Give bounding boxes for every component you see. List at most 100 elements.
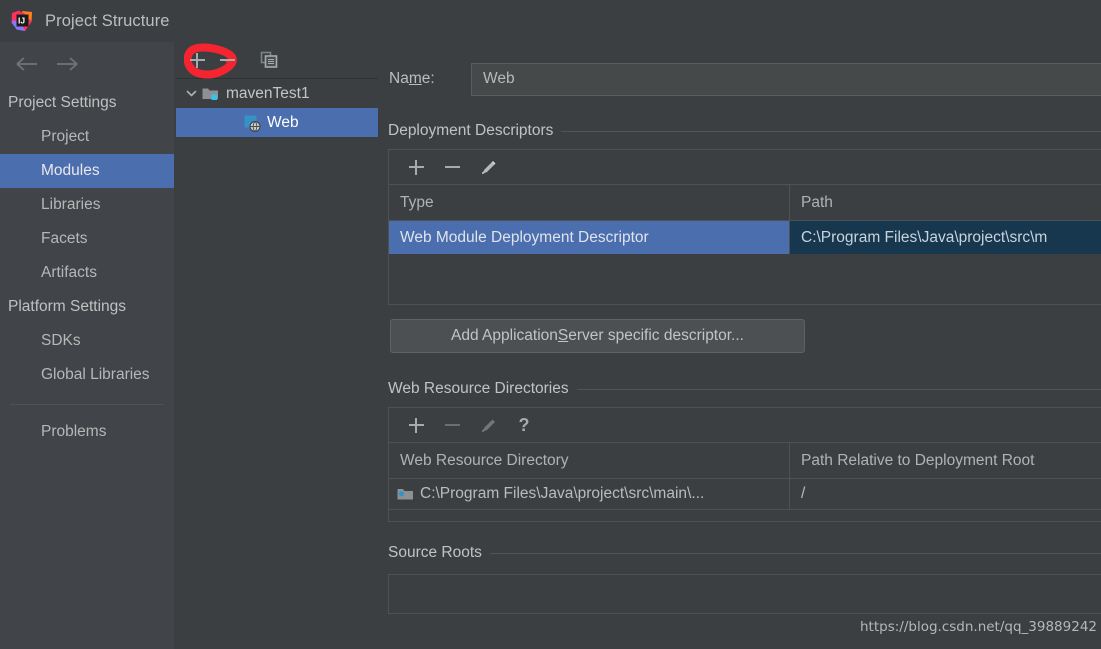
sidebar-group-label: Platform Settings <box>8 298 127 315</box>
column-header-web-resource-directory[interactable]: Web Resource Directory <box>389 443 789 478</box>
column-header-type[interactable]: Type <box>389 185 789 220</box>
name-label-part: Na <box>389 70 409 87</box>
window-title: Project Structure <box>45 11 170 30</box>
tree-node-label: mavenTest1 <box>226 84 310 102</box>
sidebar-item-label: Project <box>41 128 90 145</box>
name-label-part: e: <box>421 70 435 87</box>
plus-icon <box>189 52 205 68</box>
button-label-part: Add Application <box>451 327 558 344</box>
module-name-label: Name: <box>389 70 471 88</box>
deployment-descriptors-section-header: Deployment Descriptors <box>382 122 1101 140</box>
sidebar-item-artifacts[interactable]: Artifacts <box>0 256 174 290</box>
source-roots-section-header: Source Roots <box>382 544 1101 562</box>
minus-icon <box>444 424 460 426</box>
minus-icon <box>219 59 235 61</box>
web-resource-directories-header-row: Web Resource Directory Path Relative to … <box>389 443 1101 479</box>
cell-directory-text: C:\Program Files\Java\project\src\main\.… <box>420 485 705 502</box>
cell-path: C:\Program Files\Java\project\src\m <box>790 221 1101 254</box>
edit-web-resource-button[interactable] <box>470 412 506 438</box>
pencil-icon <box>480 417 496 433</box>
module-folder-icon <box>202 86 219 101</box>
remove-descriptor-button[interactable] <box>434 154 470 180</box>
table-empty-space <box>389 509 1101 521</box>
deployment-descriptors-header-row: Type Path <box>389 185 1101 221</box>
arrow-right-icon[interactable] <box>48 49 88 79</box>
plus-icon <box>408 417 424 433</box>
column-header-path[interactable]: Path <box>790 185 1101 220</box>
button-label-mnemonic: S <box>557 327 569 344</box>
copy-module-button[interactable] <box>254 47 284 73</box>
section-title: Source Roots <box>388 544 482 561</box>
sidebar-nav-row <box>0 42 174 86</box>
sidebar-group-platform-settings: Platform Settings <box>0 290 174 324</box>
arrow-left-icon[interactable] <box>8 49 48 79</box>
section-divider <box>561 130 1101 132</box>
remove-web-resource-button[interactable] <box>434 412 470 438</box>
sidebar-item-label: Facets <box>41 230 88 247</box>
add-application-server-descriptor-button[interactable]: Add Application Server specific descript… <box>390 319 805 353</box>
section-divider <box>489 552 1101 554</box>
sidebar-item-label: Modules <box>41 162 100 179</box>
minus-icon <box>444 166 460 168</box>
table-empty-space <box>389 254 1101 304</box>
sidebar-item-project[interactable]: Project <box>0 120 174 154</box>
sidebar-item-label: Problems <box>41 423 107 440</box>
column-header-relative-path[interactable]: Path Relative to Deployment Root <box>790 443 1101 478</box>
section-divider <box>576 388 1101 390</box>
svg-text:IJ: IJ <box>18 15 25 25</box>
module-name-input[interactable]: Web <box>471 62 1101 96</box>
sidebar-group-project-settings: Project Settings <box>0 86 174 120</box>
edit-descriptor-button[interactable] <box>470 154 506 180</box>
remove-module-button[interactable] <box>212 47 242 73</box>
plus-icon <box>408 159 424 175</box>
tree-node-web[interactable]: Web <box>176 108 378 137</box>
sidebar-item-label: Artifacts <box>41 264 97 281</box>
sidebar-item-global-libraries[interactable]: Global Libraries <box>0 358 174 392</box>
watermark-url: https://blog.csdn.net/qq_39889242 <box>859 619 1097 635</box>
folder-icon <box>397 487 413 501</box>
cell-type: Web Module Deployment Descriptor <box>389 221 789 254</box>
web-resource-directories-section-header: Web Resource Directories <box>382 380 1101 398</box>
sidebar-group-label: Project Settings <box>8 94 117 111</box>
module-name-value: Web <box>483 70 515 87</box>
chevron-down-icon[interactable] <box>180 79 202 108</box>
sidebar-item-label: SDKs <box>41 332 81 349</box>
name-label-mnemonic: m <box>408 70 422 87</box>
sidebar-item-modules[interactable]: Modules <box>0 154 174 188</box>
tree-node-label: Web <box>267 113 299 131</box>
sidebar-item-sdks[interactable]: SDKs <box>0 324 174 358</box>
button-label-part: erver specific descriptor... <box>568 327 744 344</box>
sidebar-item-facets[interactable]: Facets <box>0 222 174 256</box>
source-roots-table <box>388 574 1101 614</box>
web-resource-help-button[interactable]: ? <box>506 412 542 438</box>
section-title: Web Resource Directories <box>388 380 569 397</box>
add-web-resource-button[interactable] <box>398 412 434 438</box>
add-module-button[interactable] <box>182 47 212 73</box>
module-tree-panel: mavenTest1 Web <box>176 42 378 649</box>
table-row[interactable]: C:\Program Files\Java\project\src\main\.… <box>389 479 1101 509</box>
module-name-row: Name: Web <box>382 59 1101 99</box>
deployment-descriptors-toolbar <box>389 150 1101 185</box>
module-tree-toolbar <box>176 42 378 79</box>
deployment-descriptors-table: Type Path Web Module Deployment Descript… <box>388 149 1101 305</box>
sidebar-item-label: Global Libraries <box>41 366 150 383</box>
sidebar-item-problems[interactable]: Problems <box>0 415 174 449</box>
module-settings-content: Name: Web Deployment Descriptors Type Pa… <box>382 42 1101 649</box>
project-structure-window: IJ Project Structure Project Settings Pr… <box>0 0 1101 649</box>
intellij-idea-logo-icon: IJ <box>11 10 33 32</box>
add-descriptor-button[interactable] <box>398 154 434 180</box>
web-facet-icon <box>244 115 261 132</box>
section-title: Deployment Descriptors <box>388 122 554 139</box>
cell-web-resource-directory: C:\Program Files\Java\project\src\main\.… <box>389 479 789 509</box>
tree-node-maventest1[interactable]: mavenTest1 <box>176 79 378 108</box>
web-resource-directories-toolbar: ? <box>389 408 1101 443</box>
window-titlebar: IJ Project Structure <box>0 0 1101 42</box>
sidebar-divider <box>10 404 164 405</box>
web-resource-directories-table: ? Web Resource Directory Path Relative t… <box>388 407 1101 522</box>
settings-sidebar: Project Settings Project Modules Librari… <box>0 42 174 649</box>
copy-icon <box>260 51 278 69</box>
pencil-icon <box>480 159 496 175</box>
sidebar-item-label: Libraries <box>41 196 101 213</box>
table-row[interactable]: Web Module Deployment Descriptor C:\Prog… <box>389 221 1101 254</box>
sidebar-item-libraries[interactable]: Libraries <box>0 188 174 222</box>
